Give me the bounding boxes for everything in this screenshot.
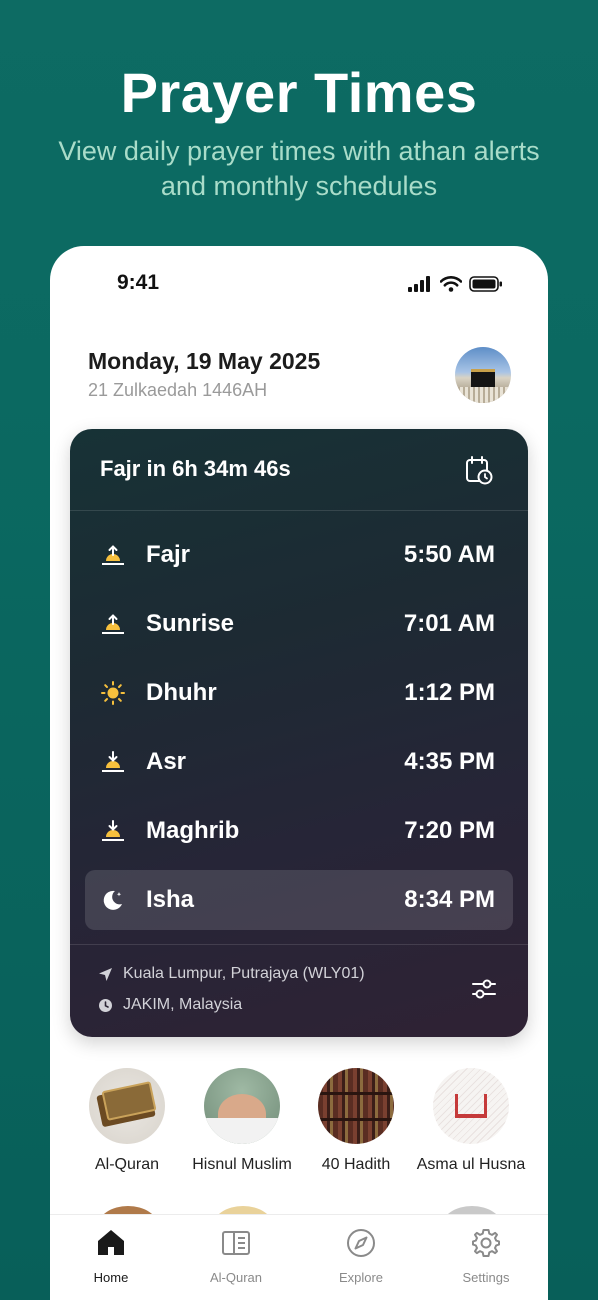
book-icon <box>222 1231 250 1255</box>
praying-hands-image <box>204 1068 280 1144</box>
card-divider <box>70 944 528 945</box>
signal-icon <box>408 276 430 292</box>
page-subtitle: View daily prayer times with athan alert… <box>58 136 540 201</box>
prayer-time: 7:01 AM <box>403 610 495 637</box>
tab-explore[interactable]: Explore <box>306 1227 416 1285</box>
sunrise-up-icon <box>102 545 124 565</box>
shortcut-40-hadith[interactable]: 40 Hadith <box>297 1068 415 1174</box>
status-bar: 9:41 <box>50 246 548 326</box>
prayer-name: Sunrise <box>146 610 235 637</box>
shortcut-hisnul-muslim[interactable]: Hisnul Muslim <box>183 1068 301 1174</box>
wifi-icon <box>440 276 462 292</box>
phone-screen: 9:41 Monday, 19 May 2025 21 Zulkaedah 14… <box>50 246 548 1300</box>
sunset-down-icon <box>102 751 124 772</box>
location-row: Kuala Lumpur, Putrajaya (WLY01) <box>98 965 365 983</box>
compass-icon <box>347 1229 375 1257</box>
prayer-row-isha[interactable]: Isha 8:34 PM <box>85 870 513 930</box>
moon-icon <box>103 890 122 910</box>
calendar-clock-icon[interactable] <box>465 455 493 485</box>
method-text: JAKIM, Malaysia <box>123 996 243 1013</box>
prayer-row-asr[interactable]: Asr 4:35 PM <box>85 732 513 792</box>
prayer-row-maghrib[interactable]: Maghrib 7:20 PM <box>85 801 513 861</box>
shortcuts-row: Al-Quran Hisnul Muslim 40 Hadith Asma ul… <box>50 1068 548 1188</box>
next-prayer-countdown: Fajr in 6h 34m 46s <box>100 456 291 481</box>
crowd-image <box>455 387 511 403</box>
tab-home[interactable]: Home <box>56 1227 166 1285</box>
gear-icon <box>472 1229 500 1257</box>
gregorian-date: Monday, 19 May 2025 <box>88 348 321 374</box>
method-row: JAKIM, Malaysia <box>98 996 242 1014</box>
shortcut-label: 40 Hadith <box>321 1156 391 1173</box>
avatar[interactable] <box>455 347 511 403</box>
location-arrow-icon <box>99 967 112 981</box>
prayer-name: Asr <box>146 748 187 775</box>
prayer-row-fajr[interactable]: Fajr 5:50 AM <box>85 525 513 585</box>
prayer-row-dhuhr[interactable]: Dhuhr 1:12 PM <box>85 663 513 723</box>
tab-label: Al-Quran <box>209 1270 263 1285</box>
tab-settings[interactable]: Settings <box>431 1227 541 1285</box>
prayer-name: Fajr <box>146 541 191 568</box>
prayer-time: 1:12 PM <box>404 679 495 706</box>
status-icons <box>407 274 503 294</box>
prayer-row-sunrise[interactable]: Sunrise 7:01 AM <box>85 594 513 654</box>
prayer-name: Maghrib <box>146 817 240 844</box>
home-icon <box>98 1230 124 1255</box>
sunset-down-icon <box>102 820 124 841</box>
prayer-time: 5:50 AM <box>403 541 495 568</box>
page-title: Prayer Times <box>120 61 478 124</box>
shortcut-al-quran[interactable]: Al-Quran <box>68 1068 186 1174</box>
shortcut-asma-ul-husna[interactable]: Asma ul Husna <box>412 1068 530 1174</box>
battery-icon <box>469 276 502 292</box>
shortcut-label: Hisnul Muslim <box>192 1156 292 1173</box>
status-time: 9:41 <box>117 271 160 294</box>
tab-label: Explore <box>338 1270 384 1285</box>
tab-al-quran[interactable]: Al-Quran <box>181 1227 291 1285</box>
prayer-name: Dhuhr <box>146 679 217 706</box>
settings-sliders-icon[interactable] <box>470 975 498 1003</box>
prayer-time: 7:20 PM <box>404 817 495 844</box>
calligraphy-image <box>433 1068 509 1144</box>
bookshelf-image <box>318 1068 394 1144</box>
tab-label: Home <box>93 1270 129 1285</box>
shortcut-label: Al-Quran <box>94 1156 160 1173</box>
bottom-tab-bar: Home Al-Quran Explore Settings <box>50 1214 548 1300</box>
quran-book-image <box>89 1068 165 1144</box>
sun-icon <box>101 681 125 705</box>
sunrise-up-icon <box>102 614 124 634</box>
location-text: Kuala Lumpur, Putrajaya (WLY01) <box>123 965 365 982</box>
prayer-name: Isha <box>146 886 195 913</box>
tab-label: Settings <box>462 1270 510 1285</box>
shortcut-label: Asma ul Husna <box>416 1156 526 1173</box>
prayer-time: 4:35 PM <box>404 748 495 775</box>
hijri-date: 21 Zulkaedah 1446AH <box>88 380 268 400</box>
clock-icon <box>99 998 112 1012</box>
prayer-time: 8:34 PM <box>404 886 495 913</box>
prayer-times-card: Fajr in 6h 34m 46s Fajr 5:50 AM Sunrise … <box>70 429 528 1037</box>
card-divider <box>70 510 528 511</box>
